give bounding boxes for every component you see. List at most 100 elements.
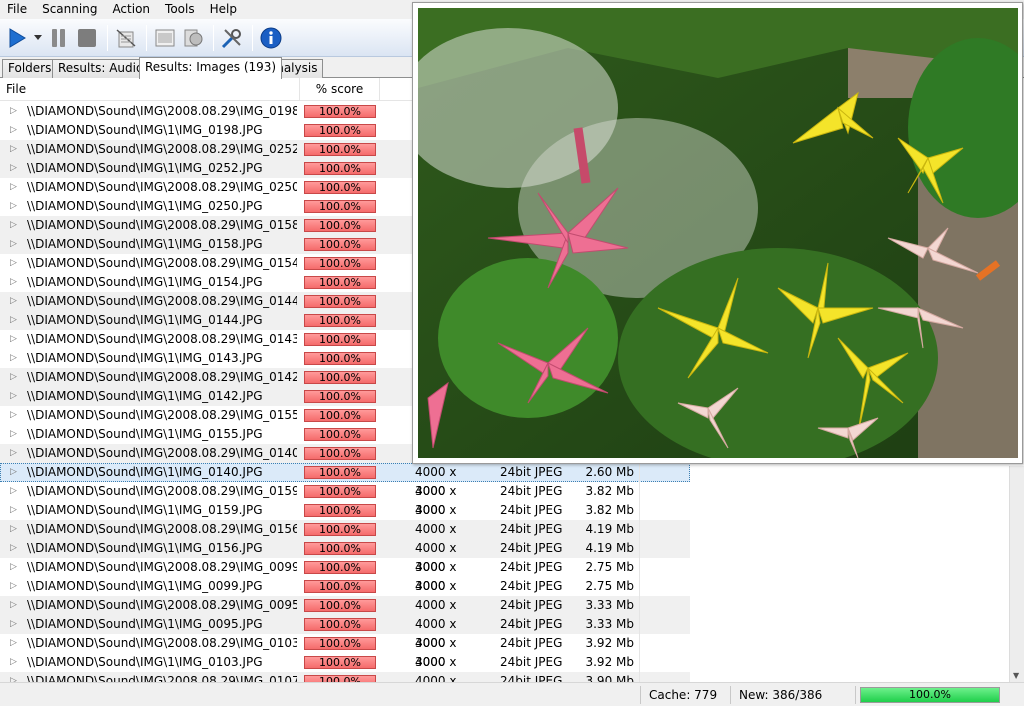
- menu-help[interactable]: Help: [203, 0, 245, 19]
- row-score-badge: 100.0%: [304, 257, 376, 270]
- pause-button[interactable]: [46, 24, 72, 52]
- row-score-badge: 100.0%: [304, 219, 376, 232]
- column-header-file[interactable]: File: [0, 78, 300, 101]
- row-file-path: \\DIAMOND\Sound\IMG\1\IMG_0154.JPG: [27, 275, 263, 289]
- column-divider: [639, 520, 640, 539]
- menu-file[interactable]: File: [0, 0, 35, 19]
- row-file-path: \\DIAMOND\Sound\IMG\1\IMG_0156.JPG: [27, 541, 263, 555]
- row-file-size: 4.19 Mb: [585, 541, 634, 555]
- tab-results-audio[interactable]: Results: Audio: [52, 59, 150, 78]
- expand-arrow-icon[interactable]: ▷: [10, 254, 17, 273]
- expand-arrow-icon[interactable]: ▷: [10, 311, 17, 330]
- row-file-path: \\DIAMOND\Sound\IMG\1\IMG_0142.JPG: [27, 389, 263, 403]
- list-view-icon: [155, 29, 175, 46]
- table-row[interactable]: ▷ \\DIAMOND\Sound\IMG\2008.08.29\IMG_0156…: [0, 520, 690, 555]
- menu-scanning[interactable]: Scanning: [35, 0, 105, 19]
- expand-arrow-icon[interactable]: ▷: [10, 406, 17, 425]
- expand-arrow-icon[interactable]: ▷: [10, 159, 17, 178]
- table-row[interactable]: ▷ \\DIAMOND\Sound\IMG\1\IMG_0099.JPG 100.0…: [0, 577, 690, 612]
- options-button[interactable]: [219, 24, 245, 52]
- expand-arrow-icon[interactable]: ▷: [10, 235, 17, 254]
- expand-arrow-icon[interactable]: ▷: [10, 178, 17, 197]
- expand-arrow-icon[interactable]: ▷: [10, 444, 17, 463]
- table-row[interactable]: ▷ \\DIAMOND\Sound\IMG\2008.08.29\IMG_0159…: [0, 482, 690, 517]
- row-score-badge: 100.0%: [304, 371, 376, 384]
- expand-arrow-icon[interactable]: ▷: [10, 292, 17, 311]
- expand-arrow-icon[interactable]: ▷: [10, 102, 17, 121]
- expand-arrow-icon[interactable]: ▷: [10, 482, 17, 501]
- column-header-score[interactable]: % score: [300, 78, 380, 101]
- expand-arrow-icon[interactable]: ▷: [10, 520, 17, 539]
- scroll-down-icon[interactable]: ▼: [1013, 671, 1019, 680]
- list-view-button[interactable]: [152, 24, 178, 52]
- expand-arrow-icon[interactable]: ▷: [10, 197, 17, 216]
- about-button[interactable]: [258, 24, 284, 52]
- expand-arrow-icon[interactable]: ▷: [10, 596, 17, 615]
- row-score-badge: 100.0%: [304, 637, 376, 650]
- status-separator: [730, 686, 731, 704]
- row-score-badge: 100.0%: [304, 143, 376, 156]
- row-file-path: \\DIAMOND\Sound\IMG\2008.08.29\IMG_0159.…: [27, 484, 297, 498]
- row-file-path: \\DIAMOND\Sound\IMG\2008.08.29\IMG_0252.…: [27, 142, 297, 156]
- expand-arrow-icon[interactable]: ▷: [10, 653, 17, 672]
- row-score-badge: 100.0%: [304, 485, 376, 498]
- row-score-badge: 100.0%: [304, 447, 376, 460]
- row-file-path: \\DIAMOND\Sound\IMG\2008.08.29\IMG_0095.…: [27, 598, 297, 612]
- row-file-path: \\DIAMOND\Sound\IMG\1\IMG_0103.JPG: [27, 655, 263, 669]
- vertical-scrollbar[interactable]: ▼: [1009, 466, 1024, 682]
- row-file-path: \\DIAMOND\Sound\IMG\1\IMG_0198.JPG: [27, 123, 263, 137]
- table-row[interactable]: ▷ \\DIAMOND\Sound\IMG\2008.08.29\IMG_0099…: [0, 558, 690, 593]
- expand-arrow-icon[interactable]: ▷: [10, 425, 17, 444]
- table-row[interactable]: ▷ \\DIAMOND\Sound\IMG\1\IMG_0095.JPG 100.0…: [0, 615, 690, 650]
- menu-action[interactable]: Action: [105, 0, 158, 19]
- expand-arrow-icon[interactable]: ▷: [10, 558, 17, 577]
- table-row[interactable]: ▷ \\DIAMOND\Sound\IMG\1\IMG_0156.JPG 100.0…: [0, 539, 690, 574]
- expand-arrow-icon[interactable]: ▷: [10, 330, 17, 349]
- row-file-path: \\DIAMOND\Sound\IMG\1\IMG_0140.JPG: [27, 465, 263, 479]
- expand-arrow-icon[interactable]: ▷: [10, 577, 17, 596]
- table-row[interactable]: ▷ \\DIAMOND\Sound\IMG\1\IMG_0103.JPG 100.0…: [0, 653, 690, 682]
- expand-arrow-icon[interactable]: ▷: [10, 349, 17, 368]
- expand-arrow-icon[interactable]: ▷: [10, 501, 17, 520]
- expand-arrow-icon[interactable]: ▷: [10, 634, 17, 653]
- row-file-size: 3.92 Mb: [585, 636, 634, 650]
- expand-arrow-icon[interactable]: ▷: [10, 463, 17, 482]
- expand-arrow-icon[interactable]: ▷: [10, 387, 17, 406]
- clear-results-button[interactable]: [113, 24, 139, 52]
- table-row[interactable]: ▷ \\DIAMOND\Sound\IMG\1\IMG_0159.JPG 100.0…: [0, 501, 690, 536]
- row-file-path: \\DIAMOND\Sound\IMG\1\IMG_0155.JPG: [27, 427, 263, 441]
- table-row[interactable]: ▷ \\DIAMOND\Sound\IMG\2008.08.29\IMG_0107…: [0, 672, 690, 682]
- row-file-path: \\DIAMOND\Sound\IMG\2008.08.29\IMG_0143.…: [27, 332, 297, 346]
- wrench-icon: [221, 28, 241, 48]
- table-row[interactable]: ▷ \\DIAMOND\Sound\IMG\2008.08.29\IMG_0103…: [0, 634, 690, 669]
- expand-arrow-icon[interactable]: ▷: [10, 672, 17, 682]
- column-divider: [639, 653, 640, 672]
- row-score-badge: 100.0%: [304, 466, 376, 479]
- row-file-path: \\DIAMOND\Sound\IMG\1\IMG_0159.JPG: [27, 503, 263, 517]
- row-file-path: \\DIAMOND\Sound\IMG\2008.08.29\IMG_0140.…: [27, 446, 297, 460]
- expand-arrow-icon[interactable]: ▷: [10, 273, 17, 292]
- image-preview: [412, 2, 1023, 464]
- table-row[interactable]: ▷ \\DIAMOND\Sound\IMG\1\IMG_0140.JPG 100.0…: [0, 463, 690, 498]
- settings-button[interactable]: [180, 24, 206, 52]
- expand-arrow-icon[interactable]: ▷: [10, 216, 17, 235]
- play-button[interactable]: [4, 24, 30, 52]
- tab-folders[interactable]: Folders: [2, 59, 58, 78]
- expand-arrow-icon[interactable]: ▷: [10, 615, 17, 634]
- row-file-path: \\DIAMOND\Sound\IMG\2008.08.29\IMG_0155.…: [27, 408, 297, 422]
- expand-arrow-icon[interactable]: ▷: [10, 539, 17, 558]
- play-dropdown-button[interactable]: [32, 24, 44, 52]
- row-score-badge: 100.0%: [304, 561, 376, 574]
- stop-button[interactable]: [74, 24, 100, 52]
- expand-arrow-icon[interactable]: ▷: [10, 368, 17, 387]
- expand-arrow-icon[interactable]: ▷: [10, 121, 17, 140]
- table-row[interactable]: ▷ \\DIAMOND\Sound\IMG\2008.08.29\IMG_0095…: [0, 596, 690, 631]
- tab-results-images[interactable]: Results: Images (193): [139, 57, 283, 79]
- row-file-size: 3.82 Mb: [585, 503, 634, 517]
- row-file-path: \\DIAMOND\Sound\IMG\2008.08.29\IMG_0144.…: [27, 294, 297, 308]
- expand-arrow-icon[interactable]: ▷: [10, 140, 17, 159]
- menu-tools[interactable]: Tools: [158, 0, 203, 19]
- row-file-path: \\DIAMOND\Sound\IMG\1\IMG_0143.JPG: [27, 351, 263, 365]
- row-score-badge: 100.0%: [304, 409, 376, 422]
- row-file-path: \\DIAMOND\Sound\IMG\2008.08.29\IMG_0198.…: [27, 104, 297, 118]
